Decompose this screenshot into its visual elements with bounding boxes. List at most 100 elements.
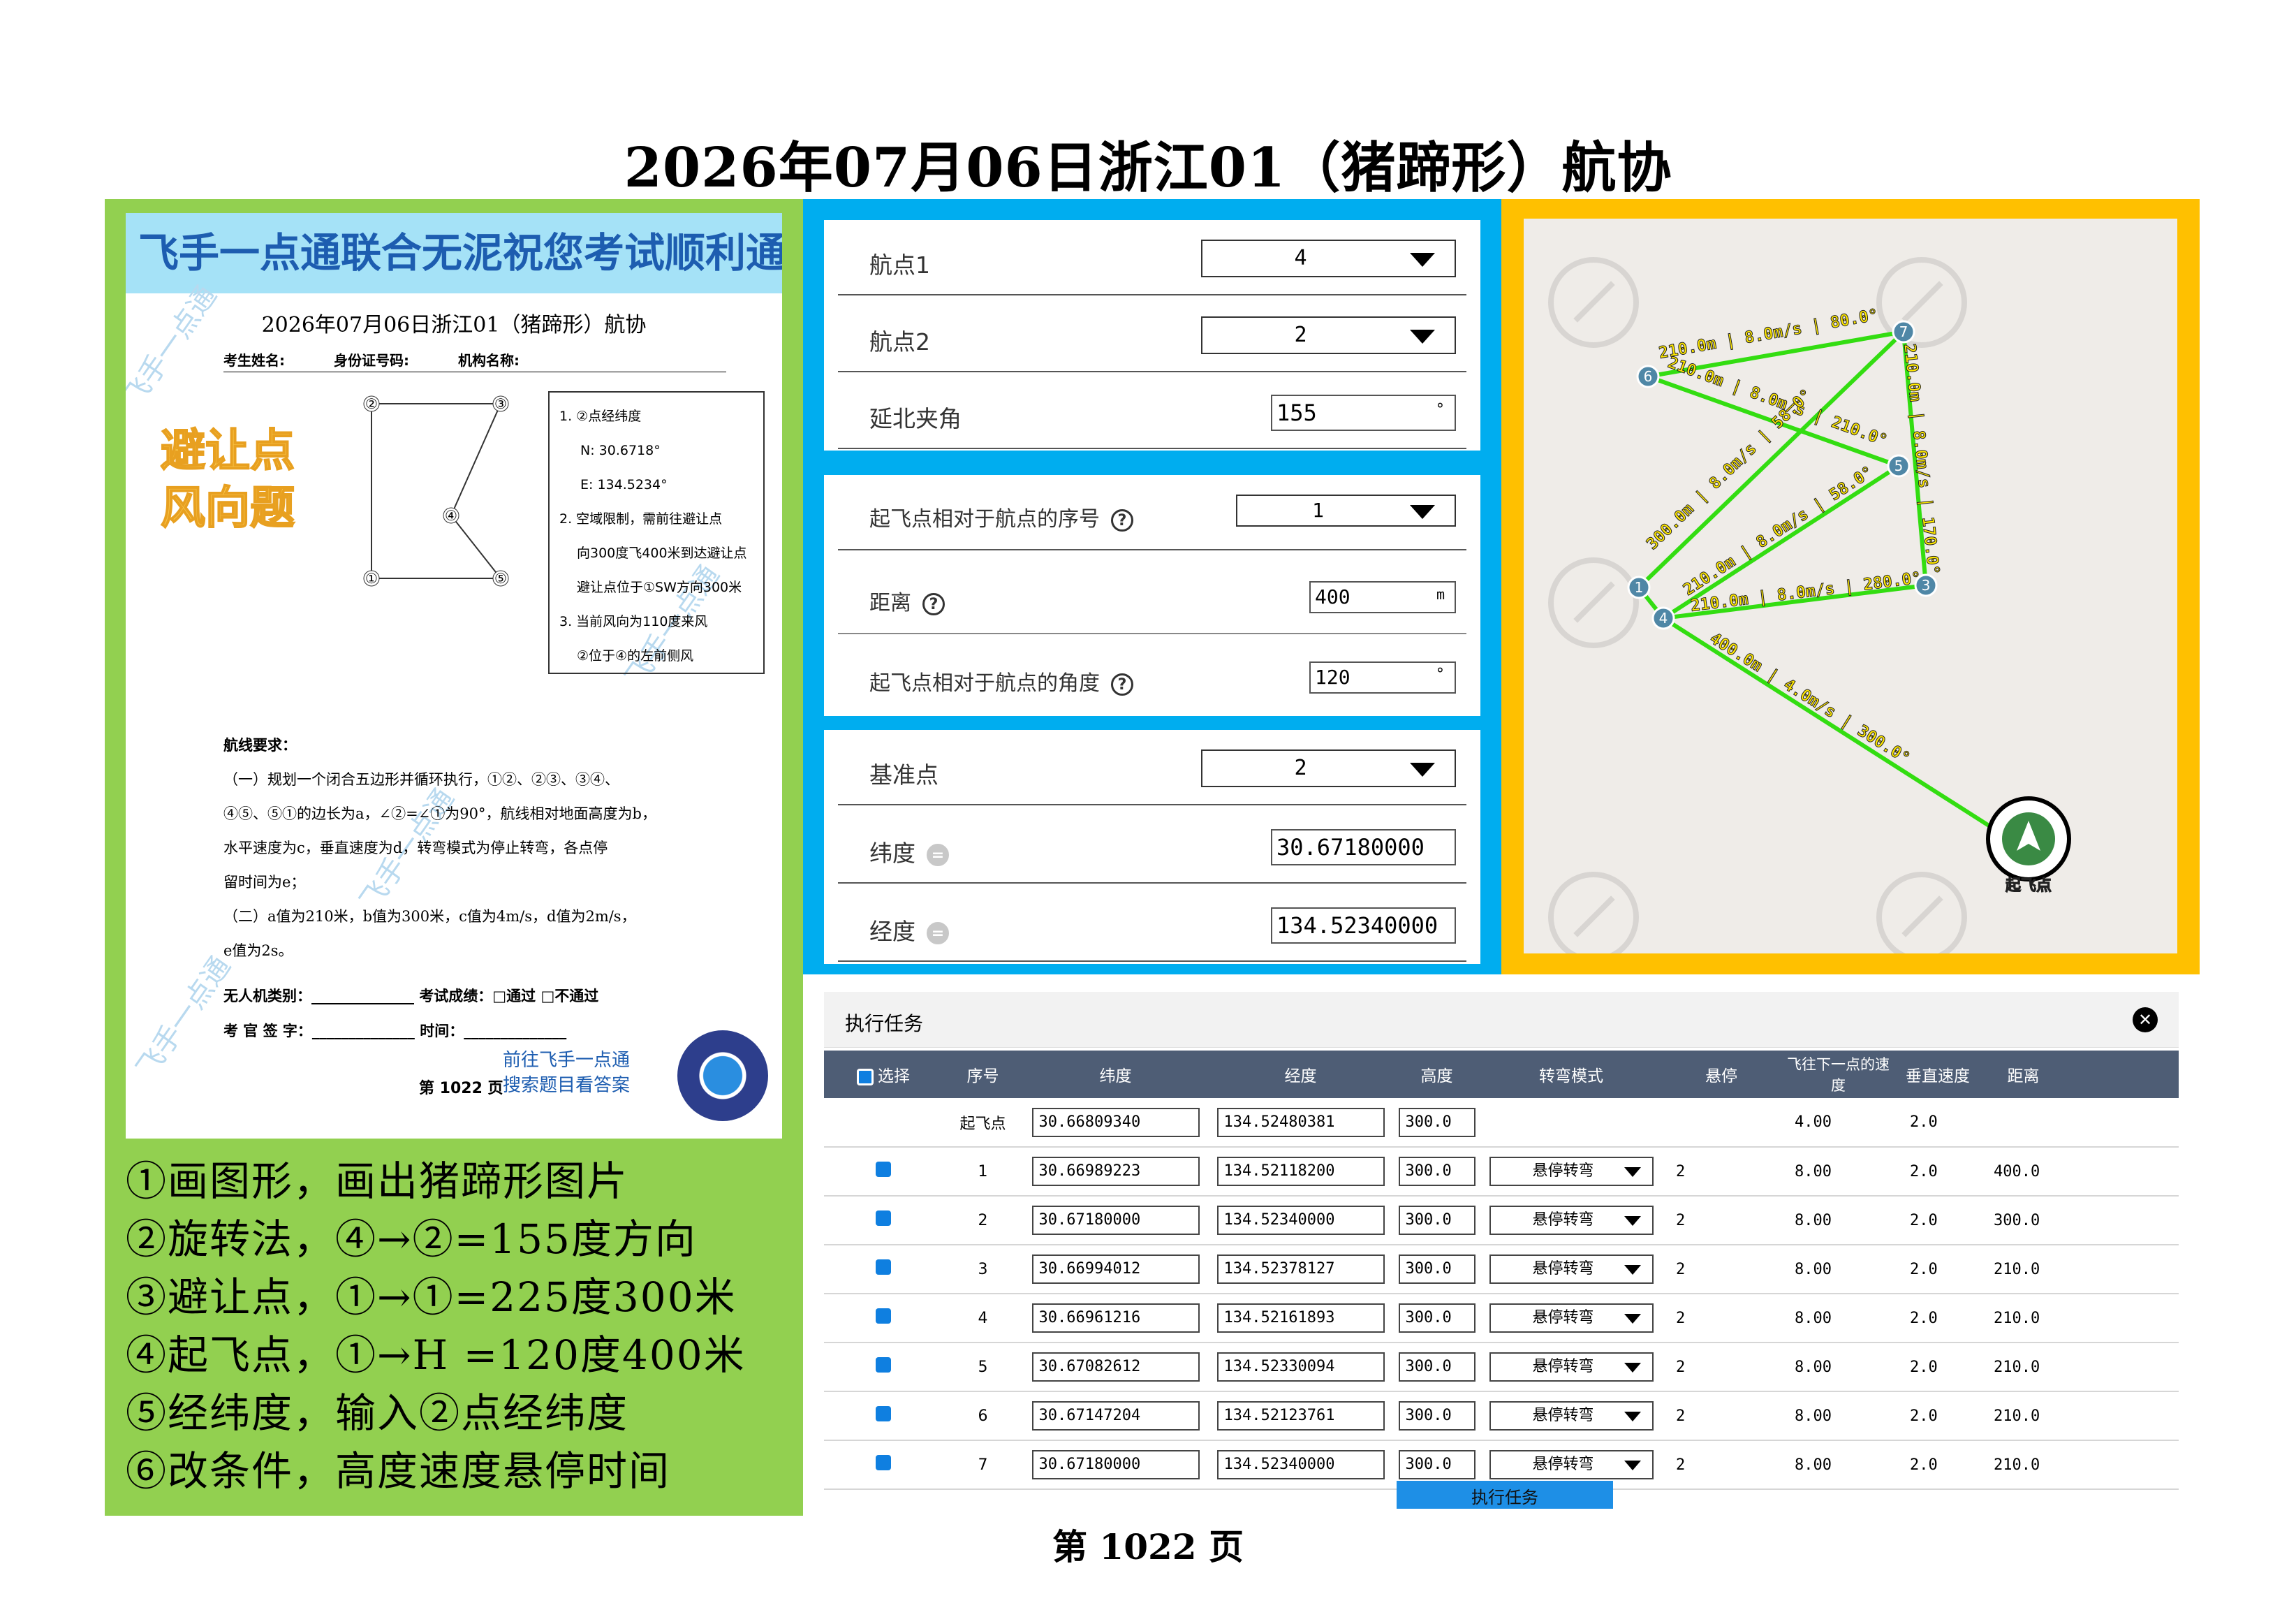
- row-turn-mode-select[interactable]: 悬停转弯: [1489, 1206, 1654, 1235]
- table-row[interactable]: 6 30.67147204 134.52123761 300.0 悬停转弯 2 8.00 2.…: [824, 1391, 2179, 1441]
- route-map[interactable]: 210.0m | 8.0m/s | 80.0° 210.0m | 8.0m/s …: [1524, 219, 2177, 953]
- waypoint-marker-4[interactable]: 4: [1659, 610, 1668, 627]
- north-angle-input[interactable]: 155 °: [1271, 395, 1456, 431]
- row-lat-cell: 30.67082612: [1023, 1343, 1208, 1392]
- row-lat-input[interactable]: 30.67082612: [1031, 1352, 1200, 1382]
- copy-icon[interactable]: =: [927, 921, 949, 944]
- row-lat-input[interactable]: 30.66809340: [1031, 1107, 1200, 1137]
- row-select-cell[interactable]: [824, 1294, 943, 1343]
- row-vspeed: 2.0: [1896, 1294, 1980, 1343]
- row-lat-input[interactable]: 30.66961216: [1031, 1303, 1200, 1333]
- row-select-cell[interactable]: [824, 1098, 943, 1148]
- row-checkbox[interactable]: [876, 1259, 891, 1275]
- row-turn-mode-select[interactable]: 悬停转弯: [1489, 1254, 1654, 1284]
- row-alt-cell: 300.0: [1393, 1343, 1480, 1392]
- field-id-label: 身份证号码:: [334, 352, 409, 369]
- column-lat: 纬度: [1023, 1051, 1208, 1098]
- waypoint-marker-3[interactable]: 3: [1922, 577, 1931, 594]
- row-lat-input[interactable]: 30.66989223: [1031, 1157, 1200, 1186]
- help-icon[interactable]: ?: [1111, 673, 1133, 696]
- row-lon-input[interactable]: 134.52161893: [1216, 1303, 1385, 1333]
- base-point-select[interactable]: 2: [1201, 749, 1456, 787]
- distance-input[interactable]: 400 m: [1309, 581, 1456, 613]
- sheet-banner: 飞手一点通联合无泥祝您考试顺利通过: [126, 213, 782, 293]
- row-turn-mode-select[interactable]: 悬停转弯: [1489, 1157, 1654, 1186]
- row-lat-input[interactable]: 30.67180000: [1031, 1450, 1200, 1479]
- row-checkbox[interactable]: [876, 1308, 891, 1324]
- row-select-cell[interactable]: [824, 1245, 943, 1294]
- table-row[interactable]: 5 30.67082612 134.52330094 300.0 悬停转弯 2 8.00 2.…: [824, 1343, 2179, 1392]
- waypoint2-select[interactable]: 2: [1201, 316, 1456, 354]
- table-row[interactable]: 4 30.66961216 134.52161893 300.0 悬停转弯 2 8.00 2.…: [824, 1294, 2179, 1343]
- column-select[interactable]: 选择: [824, 1051, 943, 1098]
- row-alt-input[interactable]: 300.0: [1398, 1206, 1476, 1235]
- select-all-checkbox[interactable]: [857, 1068, 874, 1085]
- row-select-cell[interactable]: [824, 1147, 943, 1197]
- row-checkbox[interactable]: [876, 1162, 891, 1177]
- home-marker-icon[interactable]: [1986, 796, 2071, 882]
- help-icon[interactable]: ?: [922, 592, 945, 615]
- row-checkbox[interactable]: [876, 1357, 891, 1373]
- row-extra: [2067, 1196, 2179, 1245]
- waypoint-marker-1[interactable]: 1: [1635, 579, 1644, 596]
- uav-type-label: 无人机类别：______________: [223, 988, 414, 1004]
- row-checkbox[interactable]: [876, 1455, 891, 1470]
- row-select-cell[interactable]: [824, 1343, 943, 1392]
- row-select-cell[interactable]: [824, 1196, 943, 1245]
- latitude-input[interactable]: 30.67180000: [1271, 829, 1456, 865]
- takeoff-seq-select[interactable]: 1: [1236, 495, 1456, 527]
- row-alt-input[interactable]: 300.0: [1398, 1352, 1476, 1382]
- row-lon-input[interactable]: 134.52330094: [1216, 1352, 1385, 1382]
- waypoint1-label: 航点1: [869, 251, 930, 279]
- help-icon[interactable]: ?: [1111, 509, 1133, 532]
- row-turn-mode-value: 悬停转弯: [1532, 1358, 1594, 1375]
- row-alt-input[interactable]: 300.0: [1398, 1303, 1476, 1333]
- column-turn-mode: 转弯模式: [1480, 1051, 1662, 1098]
- step-6: ⑥改条件，高度速度悬停时间: [126, 1447, 671, 1495]
- diagram-label-1: ①: [365, 570, 378, 587]
- row-lon-input[interactable]: 134.52123761: [1216, 1401, 1385, 1431]
- waypoint-marker-6[interactable]: 6: [1644, 368, 1653, 385]
- row-lat-input[interactable]: 30.67147204: [1031, 1401, 1200, 1431]
- row-lon-input[interactable]: 134.52118200: [1216, 1157, 1385, 1186]
- info-line: 3. 当前风向为110度来风: [559, 614, 708, 629]
- row-checkbox[interactable]: [876, 1406, 891, 1421]
- waypoint-marker-5[interactable]: 5: [1894, 458, 1904, 474]
- row-select-cell[interactable]: [824, 1440, 943, 1490]
- row-turn-mode-select[interactable]: 悬停转弯: [1489, 1303, 1654, 1333]
- column-alt: 高度: [1393, 1051, 1480, 1098]
- row-mode-cell: 悬停转弯: [1480, 1343, 1662, 1392]
- row-lat-input[interactable]: 30.67180000: [1031, 1206, 1200, 1235]
- row-turn-mode-select[interactable]: 悬停转弯: [1489, 1450, 1654, 1479]
- row-alt-input[interactable]: 300.0: [1398, 1254, 1476, 1284]
- waypoint2-value: 2: [1294, 323, 1307, 347]
- row-alt-input[interactable]: 300.0: [1398, 1157, 1476, 1186]
- row-lon-input[interactable]: 134.52378127: [1216, 1254, 1385, 1284]
- table-row[interactable]: 起飞点 30.66809340 134.52480381 300.0 4.00 2.0: [824, 1098, 2179, 1148]
- takeoff-angle-input[interactable]: 120 °: [1309, 661, 1456, 694]
- row-select-cell[interactable]: [824, 1391, 943, 1441]
- exam-sheet-panel: 飞手一点通联合无泥祝您考试顺利通过 飞手一点通 飞手一点通 飞手一点通 飞手一点…: [105, 199, 803, 1516]
- table-row[interactable]: 2 30.67180000 134.52340000 300.0 悬停转弯 2 8.00 2.…: [824, 1196, 2179, 1245]
- row-alt-input[interactable]: 300.0: [1398, 1401, 1476, 1431]
- table-row[interactable]: 3 30.66994012 134.52378127 300.0 悬停转弯 2 8.00 2.…: [824, 1245, 2179, 1294]
- row-checkbox[interactable]: [876, 1210, 891, 1226]
- takeoff-angle-label: 起飞点相对于航点的角度?: [869, 666, 1133, 696]
- row-lon-input[interactable]: 134.52340000: [1216, 1450, 1385, 1479]
- longitude-input[interactable]: 134.52340000: [1271, 907, 1456, 944]
- table-row[interactable]: 1 30.66989223 134.52118200 300.0 悬停转弯 2 8.00 2.…: [824, 1147, 2179, 1197]
- row-alt-input[interactable]: 300.0: [1398, 1107, 1476, 1137]
- row-turn-mode-select[interactable]: 悬停转弯: [1489, 1401, 1654, 1431]
- copy-icon[interactable]: =: [927, 843, 949, 866]
- waypoint1-select[interactable]: 4: [1201, 240, 1456, 277]
- row-alt-input[interactable]: 300.0: [1398, 1450, 1476, 1479]
- row-lat-input[interactable]: 30.66994012: [1031, 1254, 1200, 1284]
- row-lon-input[interactable]: 134.52480381: [1216, 1107, 1385, 1137]
- step-2: ②旋转法，④→②=155度方向: [126, 1215, 697, 1263]
- row-lon-input[interactable]: 134.52340000: [1216, 1206, 1385, 1235]
- info-line: ②位于④的左前侧风: [577, 648, 694, 664]
- execute-task-button[interactable]: 执行任务: [1397, 1481, 1613, 1509]
- waypoint-marker-7[interactable]: 7: [1899, 323, 1908, 340]
- row-turn-mode-select[interactable]: 悬停转弯: [1489, 1352, 1654, 1382]
- close-icon[interactable]: ✕: [2133, 1007, 2158, 1032]
